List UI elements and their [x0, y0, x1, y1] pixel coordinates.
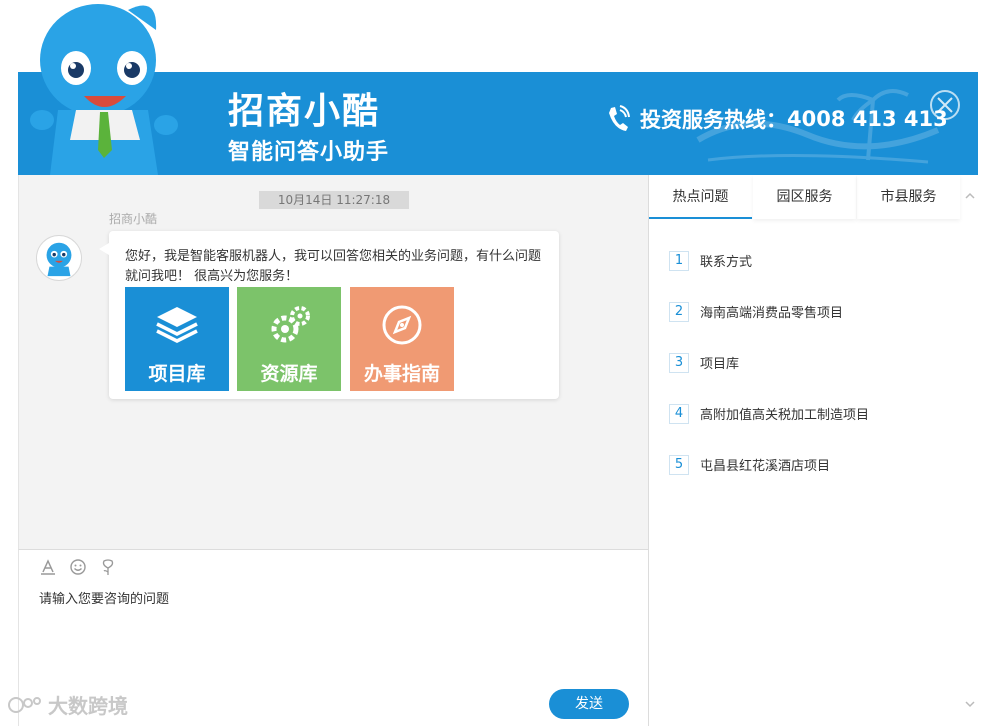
list-item[interactable]: 3 项目库 [669, 337, 949, 388]
gears-icon [271, 306, 310, 343]
phone-icon [609, 105, 630, 131]
close-icon [937, 97, 953, 113]
question-number: 1 [669, 250, 689, 271]
tab-park-services[interactable]: 园区服务 [753, 175, 856, 219]
app-subtitle: 智能问答小助手 [228, 140, 390, 165]
chat-history[interactable]: 10月14日 11:27:18 招商小酷 您好，我是智能客服机器人，我可以回答您… [18, 175, 648, 549]
hotline-label: 投资服务热线： [640, 108, 787, 132]
list-item[interactable]: 4 高附加值高关税加工制造项目 [669, 388, 949, 439]
message-input[interactable]: 请输入您要咨询的问题 [39, 588, 169, 607]
font-icon[interactable] [39, 558, 57, 576]
watermark: 大数跨境 [6, 690, 128, 719]
compass-icon [382, 305, 422, 345]
tab-hot-questions[interactable]: 热点问题 [649, 175, 752, 219]
tile-label: 办事指南 [363, 363, 440, 385]
scroll-up-icon[interactable] [963, 189, 977, 203]
chat-window: 招商小酷 智能问答小助手 投资服务热线： 4008 413 413 10月14日… [0, 0, 993, 726]
watermark-text: 大数跨境 [48, 694, 128, 718]
sender-name: 招商小酷 [109, 212, 158, 226]
resource-library-tile[interactable]: 资源库 [237, 287, 341, 391]
list-item[interactable]: 2 海南高端消费品零售项目 [669, 286, 949, 337]
side-tabs: 热点问题 园区服务 市县服务 [649, 175, 961, 219]
list-item[interactable]: 1 联系方式 [669, 235, 949, 286]
project-library-tile[interactable]: 项目库 [125, 287, 229, 391]
emoji-icon[interactable] [69, 558, 87, 576]
list-item[interactable]: 5 屯昌县红花溪酒店项目 [669, 439, 949, 490]
composer-toolbar [39, 558, 117, 576]
tile-label: 资源库 [260, 363, 318, 385]
question-text[interactable]: 项目库 [700, 353, 739, 372]
question-text[interactable]: 联系方式 [700, 251, 752, 270]
scroll-down-icon[interactable] [963, 697, 977, 711]
mascot-image [30, 4, 178, 175]
question-text[interactable]: 屯昌县红花溪酒店项目 [700, 455, 830, 474]
greeting-text: 您好，我是智能客服机器人，我可以回答您相关的业务问题，有什么问题就问我吧！ 很高… [125, 249, 542, 284]
close-button[interactable] [930, 90, 960, 120]
message-timestamp: 10月14日 11:27:18 [259, 191, 409, 209]
tile-label: 项目库 [148, 363, 206, 385]
layers-icon [156, 307, 198, 343]
bot-message-bubble: 您好，我是智能客服机器人，我可以回答您相关的业务问题，有什么问题就问我吧！ 很高… [99, 231, 559, 399]
send-button[interactable]: 发送 [549, 689, 629, 719]
question-text[interactable]: 高附加值高关税加工制造项目 [700, 404, 869, 423]
question-text[interactable]: 海南高端消费品零售项目 [700, 302, 843, 321]
side-panel: 热点问题 园区服务 市县服务 1 联系方式 2 海南高端消费品零售项目 3 项目… [648, 175, 978, 726]
app-title: 招商小酷 [228, 91, 381, 132]
rose-icon[interactable] [99, 558, 117, 576]
question-number: 4 [669, 403, 689, 424]
watermark-logo-icon [8, 696, 41, 713]
question-number: 5 [669, 454, 689, 475]
question-number: 2 [669, 301, 689, 322]
hotline: 投资服务热线： 4008 413 413 [606, 104, 948, 134]
hotline-number: 4008 413 413 [787, 107, 948, 131]
service-guide-tile[interactable]: 办事指南 [350, 287, 454, 391]
tab-county-services[interactable]: 市县服务 [857, 175, 960, 219]
mascot-avatar-icon [46, 242, 72, 277]
hot-question-list: 1 联系方式 2 海南高端消费品零售项目 3 项目库 4 高附加值高关税加工制造… [669, 235, 949, 490]
question-number: 3 [669, 352, 689, 373]
avatar [36, 235, 82, 281]
